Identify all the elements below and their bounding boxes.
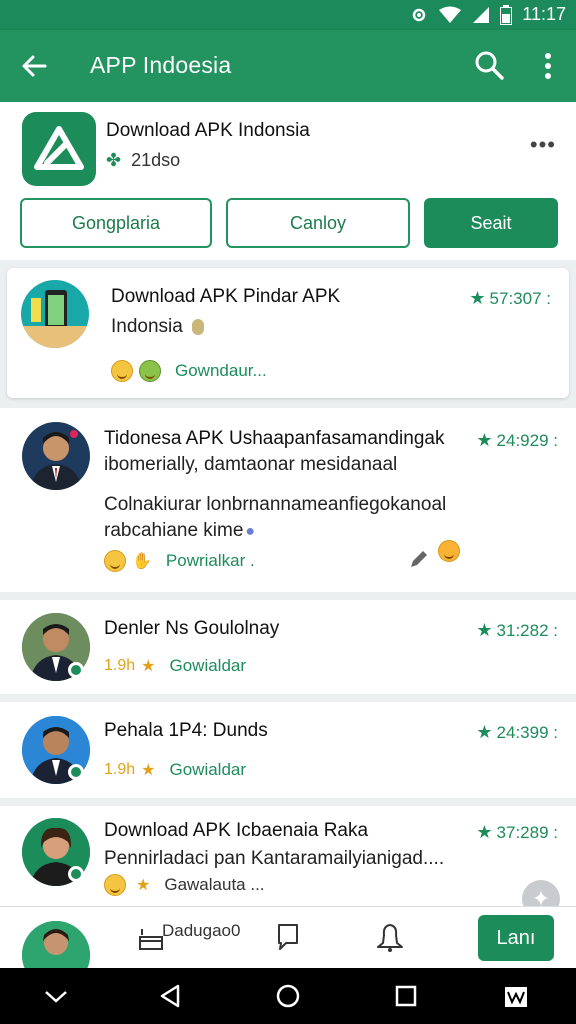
item-rating-value: 31:282 :	[496, 621, 558, 640]
item-rating-value: 37:289 :	[496, 823, 558, 842]
signal-icon	[472, 6, 490, 24]
nav-recents-icon[interactable]	[392, 982, 420, 1010]
item-rating-value: 57:307 :	[489, 289, 551, 308]
item-footer: ✋ Powrialkar .	[104, 550, 255, 572]
online-status-icon	[68, 866, 84, 882]
item-footer: 1.9h ★ Gowialdar	[104, 760, 246, 780]
item-subtitle: Pennirladaci pan Kantaramailyianigad....	[104, 848, 445, 869]
smile-emoji-icon	[104, 550, 126, 572]
list-item[interactable]: Pehala 1P4: Dunds ★ 24:399 : 1.9h ★ Gowia…	[0, 702, 576, 798]
online-status-icon	[68, 662, 84, 678]
item-rating: ★ 57:307 :	[469, 288, 551, 309]
app-header: Download APK Indonsia ✤ 21dso ••• Gongpl…	[0, 102, 576, 260]
app-bar: APP Indoesia	[0, 30, 576, 102]
item-footer: Gowndaur...	[111, 360, 267, 382]
wink-emoji-icon	[438, 540, 460, 562]
settings-status-icon	[410, 6, 428, 24]
plant-emoji-icon	[139, 360, 161, 382]
back-arrow-icon[interactable]	[18, 50, 50, 82]
nav-home-circle-icon[interactable]	[274, 982, 302, 1010]
item-subtitle: Indonsia	[111, 316, 205, 338]
smile-emoji-icon	[104, 874, 126, 896]
app-logo-icon	[22, 112, 96, 186]
badge-icon	[192, 318, 205, 335]
gongplaria-button[interactable]: Gongplaria	[20, 198, 212, 248]
online-status-icon	[68, 764, 84, 780]
item-title: Denler Ns Goulolnay	[104, 618, 280, 639]
app-thumbnail	[21, 280, 89, 348]
item-description-1: Colnakiurar lonbrnannameanfiegokanoal	[104, 494, 447, 515]
status-time: 11:17	[522, 4, 566, 24]
app-meta-text: 21dso	[131, 150, 181, 170]
seait-button[interactable]: Seait	[424, 198, 558, 248]
nav-collapse-icon[interactable]	[42, 982, 70, 1010]
battery-icon	[500, 4, 513, 25]
list-item[interactable]: Download APK Pindar APK Indonsia ★ 57:307…	[7, 268, 569, 398]
item-rating: ★ 37:289 :	[476, 822, 558, 843]
star-icon: ★	[469, 288, 486, 308]
nav-bell-icon[interactable]	[374, 921, 406, 953]
app-meta: ✤ 21dso	[106, 150, 180, 171]
item-rating: ★ 24:399 :	[476, 722, 558, 743]
item-description-2-text: rabcahiane kime	[104, 520, 244, 541]
item-footer-label[interactable]: Powrialkar .	[166, 551, 255, 571]
app-bar-title: APP Indoesia	[90, 52, 232, 78]
canloy-button[interactable]: Canloy	[226, 198, 410, 248]
edit-icon[interactable]	[408, 548, 430, 570]
item-rating: ★ 24:929 :	[476, 430, 558, 451]
item-footer: ★ Gawalauta ...	[104, 874, 265, 896]
item-description-2: rabcahiane kime ●	[104, 520, 255, 542]
more-horiz-icon[interactable]: •••	[530, 132, 556, 158]
star-icon: ★	[476, 822, 493, 842]
item-footer: 1.9h ★ Gowialdar	[104, 656, 246, 676]
star-icon: ★	[476, 722, 493, 742]
item-title: Download APK Icbaenaia Raka	[104, 820, 369, 841]
lam-button[interactable]: Lanı	[478, 915, 554, 961]
nav-label[interactable]: Dadugao0	[162, 921, 240, 941]
more-vert-icon[interactable]	[536, 50, 560, 82]
item-footer-label[interactable]: Gawalauta ...	[164, 875, 264, 895]
hand-emoji-icon: ✋	[132, 553, 152, 570]
item-badge: 1.9h	[104, 761, 136, 778]
item-footer-label[interactable]: Gowialdar	[169, 760, 246, 780]
avatar	[22, 422, 90, 490]
item-subtitle-text: Indonsia	[111, 316, 183, 337]
app-name: Download APK Indonsia	[106, 120, 310, 141]
system-nav-bar	[0, 968, 576, 1024]
pin-icon: ●	[245, 523, 256, 540]
star-icon: ★	[476, 620, 493, 640]
wifi-icon	[438, 6, 462, 24]
item-title: Download APK Pindar APK	[111, 286, 341, 307]
item-badge: 1.9h	[104, 657, 136, 674]
item-title: Tidonesa APK Ushaapanfasamandingak	[104, 428, 445, 449]
star-badge-icon: ★	[141, 762, 156, 779]
search-icon[interactable]	[472, 48, 506, 82]
nav-keyboard-icon[interactable]	[502, 982, 530, 1010]
item-footer-label[interactable]: Gowialdar	[169, 656, 246, 676]
item-title: Pehala 1P4: Dunds	[104, 720, 268, 741]
leaf-icon: ✤	[106, 150, 122, 170]
list-item[interactable]: Tidonesa APK Ushaapanfasamandingak ibome…	[0, 408, 576, 592]
status-bar: 11:17	[0, 0, 576, 30]
item-rating-value: 24:929 :	[496, 431, 558, 450]
star-badge-icon: ★	[141, 658, 156, 675]
list-item[interactable]: Download APK Icbaenaia Raka Pennirladaci…	[0, 806, 576, 906]
item-rating-value: 24:399 :	[496, 723, 558, 742]
item-footer-label[interactable]: Gowndaur...	[175, 361, 267, 381]
star-badge-icon: ★	[136, 877, 151, 894]
smile-emoji-icon	[111, 360, 133, 382]
nav-back-icon[interactable]	[156, 982, 184, 1010]
nav-message-icon[interactable]	[272, 921, 304, 953]
star-icon: ★	[476, 430, 493, 450]
bottom-nav: Dadugao0 Lanı	[0, 906, 576, 989]
item-subtitle: ibomerially, damtaonar mesidanaal	[104, 454, 398, 475]
item-rating: ★ 31:282 :	[476, 620, 558, 641]
list-item[interactable]: Denler Ns Goulolnay ★ 31:282 : 1.9h ★ Gow…	[0, 600, 576, 694]
